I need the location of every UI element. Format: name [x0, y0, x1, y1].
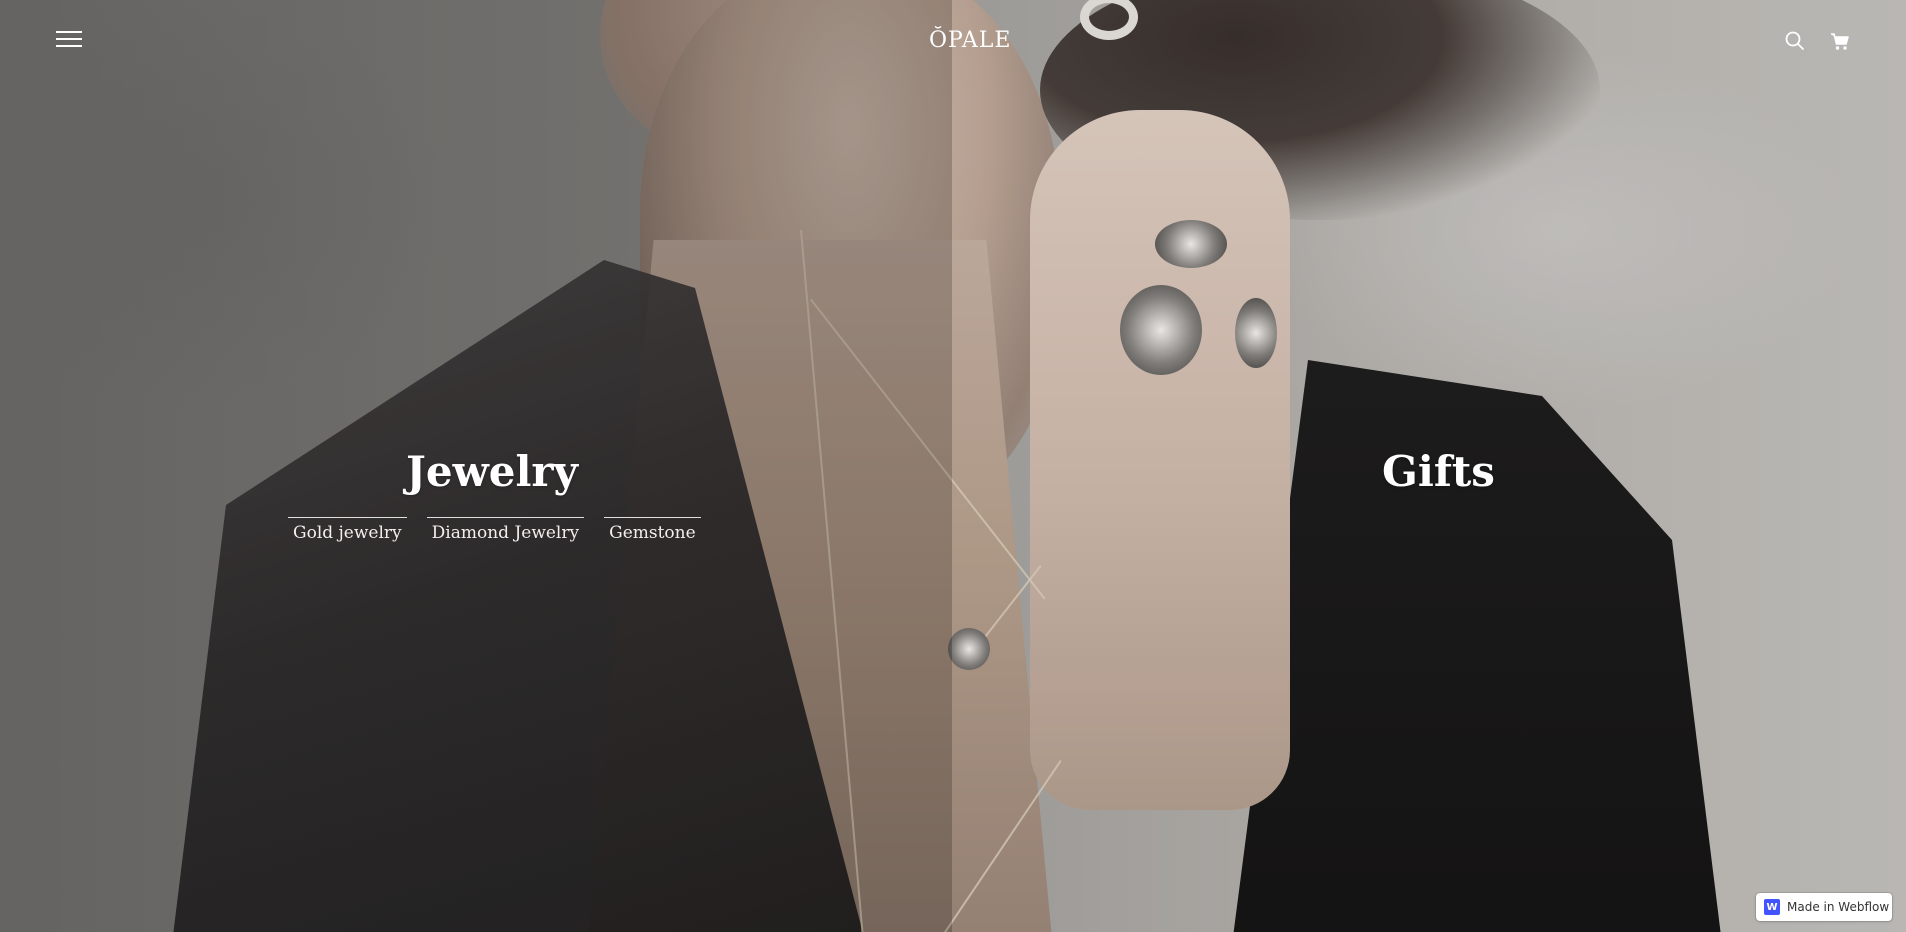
- made-in-webflow-badge[interactable]: W Made in Webflow: [1756, 893, 1892, 921]
- menu-line: [56, 31, 82, 33]
- menu-line: [56, 45, 82, 47]
- gifts-title[interactable]: Gifts: [1382, 447, 1495, 496]
- site-logo[interactable]: ŎPALE: [929, 28, 1011, 53]
- diamond-jewelry-link[interactable]: Diamond Jewelry: [426, 517, 585, 543]
- menu-line: [56, 38, 82, 40]
- search-icon[interactable]: [1784, 30, 1806, 52]
- hero-section: ŎPALE Jewelry Gold jewelry Diamond Jewel…: [0, 0, 1906, 932]
- webflow-logo-icon: W: [1764, 899, 1780, 915]
- jewelry-subnav: Gold jewelry Diamond Jewelry Gemstone: [288, 517, 701, 543]
- gold-jewelry-link[interactable]: Gold jewelry: [288, 517, 407, 543]
- hamburger-icon[interactable]: [56, 31, 82, 47]
- cart-icon[interactable]: [1829, 30, 1851, 52]
- badge-label: Made in Webflow: [1787, 900, 1890, 914]
- jewelry-title[interactable]: Jewelry: [406, 447, 578, 496]
- gemstone-link[interactable]: Gemstone: [604, 517, 701, 543]
